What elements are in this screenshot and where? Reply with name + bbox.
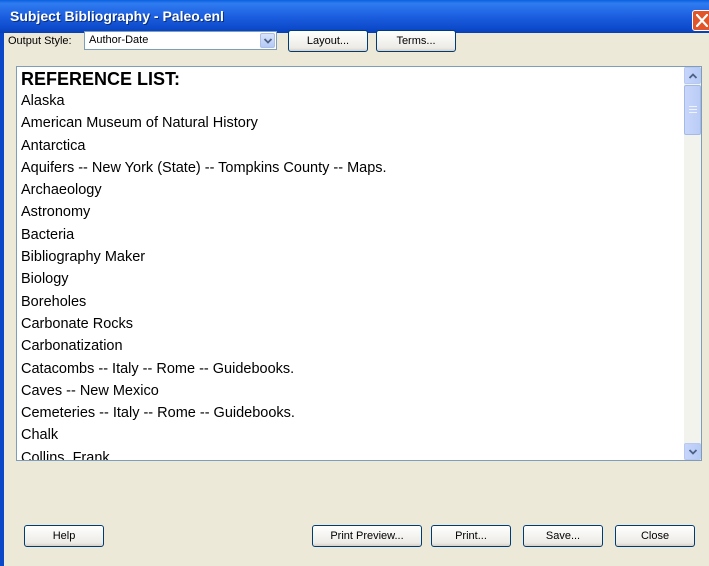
list-item[interactable]: Catacombs -- Italy -- Rome -- Guidebooks…	[21, 358, 681, 380]
title-bar: Subject Bibliography - Paleo.enl	[0, 0, 709, 33]
chevron-down-icon	[689, 449, 697, 455]
list-item[interactable]: Alaska	[21, 90, 681, 112]
list-item[interactable]: Caves -- New Mexico	[21, 380, 681, 402]
dropdown-arrow-button[interactable]	[260, 33, 275, 48]
list-item[interactable]: Astronomy	[21, 201, 681, 223]
list-item[interactable]: Biology	[21, 268, 681, 290]
list-item[interactable]: Archaeology	[21, 179, 681, 201]
scrollbar-thumb[interactable]	[684, 85, 701, 135]
scroll-down-button[interactable]	[684, 443, 701, 460]
list-item[interactable]: Carbonatization	[21, 335, 681, 357]
help-button[interactable]: Help	[24, 525, 104, 547]
reference-list-content: REFERENCE LIST: Alaska American Museum o…	[21, 69, 681, 460]
close-button[interactable]: Close	[615, 525, 695, 547]
list-item[interactable]: Cemeteries -- Italy -- Rome -- Guidebook…	[21, 402, 681, 424]
scroll-up-button[interactable]	[684, 67, 701, 84]
list-item[interactable]: Antarctica	[21, 135, 681, 157]
list-item[interactable]: Aquifers -- New York (State) -- Tompkins…	[21, 157, 681, 179]
window-close-button[interactable]	[692, 10, 709, 31]
list-item[interactable]: Chalk	[21, 424, 681, 446]
list-item[interactable]: Bibliography Maker	[21, 246, 681, 268]
vertical-scrollbar[interactable]	[684, 67, 701, 460]
print-button[interactable]: Print...	[431, 525, 511, 547]
list-item[interactable]: Bacteria	[21, 224, 681, 246]
chevron-down-icon	[264, 38, 272, 44]
save-button[interactable]: Save...	[523, 525, 603, 547]
reference-list-view[interactable]: REFERENCE LIST: Alaska American Museum o…	[16, 66, 702, 461]
window-title: Subject Bibliography - Paleo.enl	[10, 8, 224, 24]
terms-button[interactable]: Terms...	[376, 30, 456, 52]
subject-bibliography-dialog: Subject Bibliography - Paleo.enl Output …	[0, 0, 709, 566]
output-style-label: Output Style:	[8, 35, 72, 47]
reference-list-heading: REFERENCE LIST:	[21, 69, 181, 89]
output-style-dropdown[interactable]: Author-Date	[84, 31, 277, 50]
output-style-value: Author-Date	[89, 34, 149, 46]
list-item[interactable]: American Museum of Natural History	[21, 112, 681, 134]
list-item[interactable]: Collins, Frank	[21, 447, 681, 460]
list-item[interactable]: Boreholes	[21, 291, 681, 313]
chevron-up-icon	[689, 73, 697, 79]
list-item[interactable]: Carbonate Rocks	[21, 313, 681, 335]
layout-button[interactable]: Layout...	[288, 30, 368, 52]
print-preview-button[interactable]: Print Preview...	[312, 525, 422, 547]
